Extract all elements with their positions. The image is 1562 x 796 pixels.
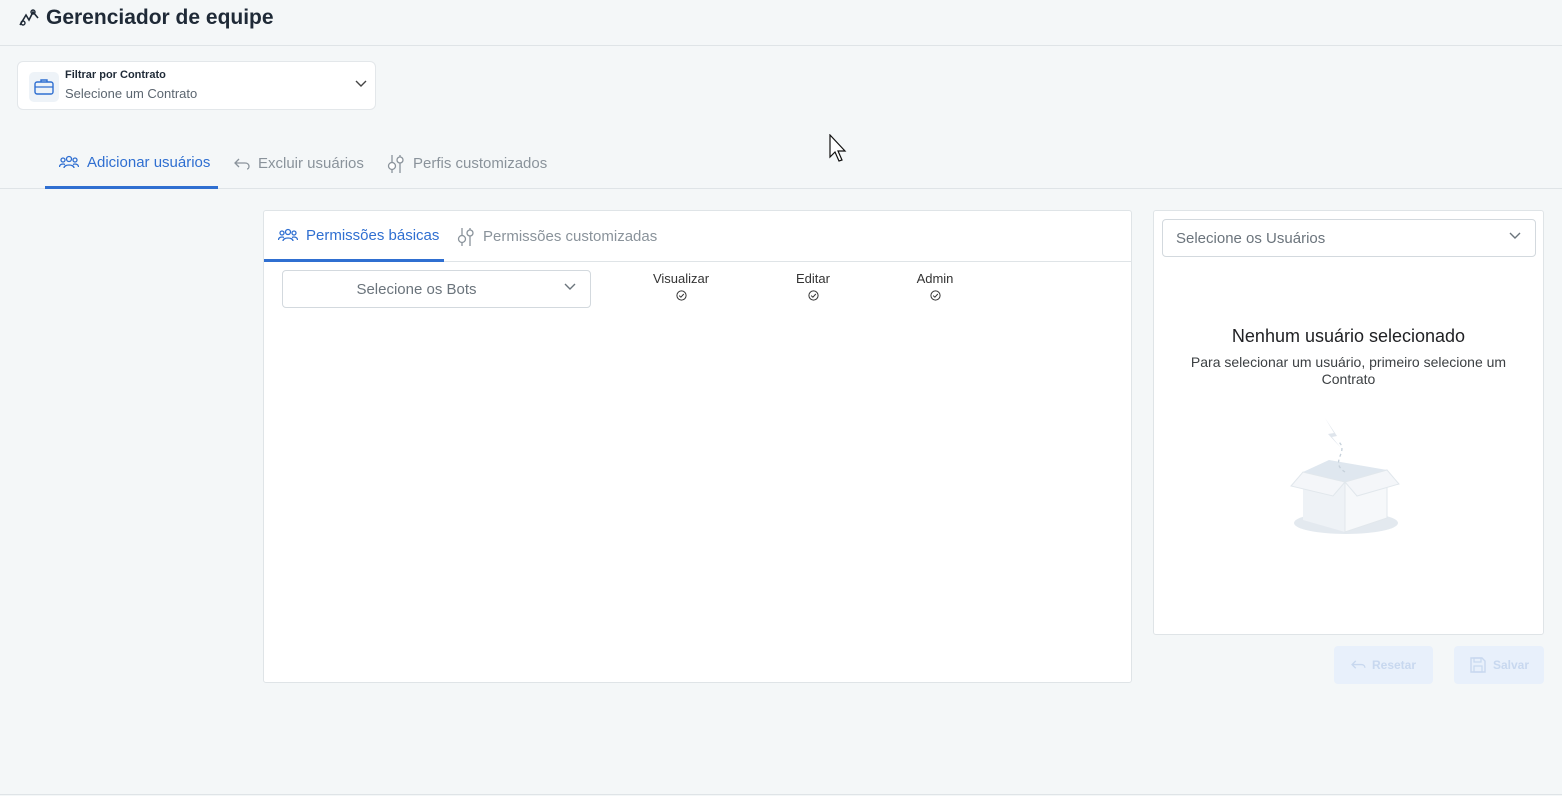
chevron-down-icon [1509,232,1521,239]
divider [0,794,1562,795]
check-circle-icon[interactable] [675,290,687,301]
column-admin: Admin [890,271,980,301]
check-circle-icon[interactable] [807,290,819,301]
users-select[interactable]: Selecione os Usuários [1162,219,1536,257]
bots-select[interactable]: Selecione os Bots [282,270,591,308]
chevron-down-icon [564,283,576,290]
column-edit: Editar [768,271,858,301]
tab-remove-users-label: Excluir usuários [258,155,364,172]
tab-add-users[interactable]: Adicionar usuários [45,138,218,189]
chevron-down-icon [355,80,367,87]
empty-state-description: Para selecionar um usuário, primeiro sel… [1190,354,1507,387]
column-view: Visualizar [636,271,726,301]
page-header: Gerenciador de equipe [0,0,1562,46]
users-panel: Selecione os Usuários Nenhum usuário sel… [1153,210,1544,635]
permissions-tabs: Permissões básicas Permissões customizad… [264,211,1131,262]
sliders-icon [457,227,474,246]
bots-select-placeholder: Selecione os Bots [356,281,477,298]
blip-logo-icon [19,9,39,26]
tab-basic-permissions[interactable]: Permissões básicas [264,211,444,262]
save-icon [1470,657,1486,673]
tab-basic-permissions-label: Permissões básicas [306,226,440,244]
empty-state-title: Nenhum usuário selecionado [1231,326,1466,346]
save-button-label: Salvar [1492,658,1530,672]
users-icon [59,155,79,169]
main-tabs: Adicionar usuários Excluir usuários Perf… [0,138,1562,189]
page-title: Gerenciador de equipe [46,6,274,29]
reset-button[interactable]: Resetar [1334,646,1433,684]
column-admin-label: Admin [916,271,954,286]
tab-remove-users[interactable]: Excluir usuários [234,138,364,189]
save-button[interactable]: Salvar [1454,646,1544,684]
contract-filter-label: Filtrar por Contrato [65,69,166,81]
undo-icon [1351,659,1366,669]
tab-custom-permissions-label: Permissões customizadas [483,228,658,245]
sliders-icon [387,154,404,173]
reset-button-label: Resetar [1371,658,1417,672]
permissions-panel: Permissões básicas Permissões customizad… [263,210,1132,683]
column-edit-label: Editar [796,271,830,286]
users-icon [278,228,298,242]
users-select-placeholder: Selecione os Usuários [1176,230,1326,247]
undo-icon [234,158,250,170]
mouse-cursor-icon [829,134,847,162]
contract-filter-select[interactable]: Filtrar por Contrato Selecione um Contra… [17,61,376,110]
contract-filter-value: Selecione um Contrato [65,86,198,101]
tab-add-users-label: Adicionar usuários [87,153,211,171]
check-circle-icon[interactable] [929,290,941,301]
briefcase-icon [29,72,59,102]
tab-custom-profiles[interactable]: Perfis customizados [387,138,547,189]
tab-custom-permissions[interactable]: Permissões customizadas [457,211,657,262]
empty-box-illustration [1290,418,1400,534]
tab-custom-profiles-label: Perfis customizados [413,155,548,172]
column-view-label: Visualizar [652,271,710,286]
